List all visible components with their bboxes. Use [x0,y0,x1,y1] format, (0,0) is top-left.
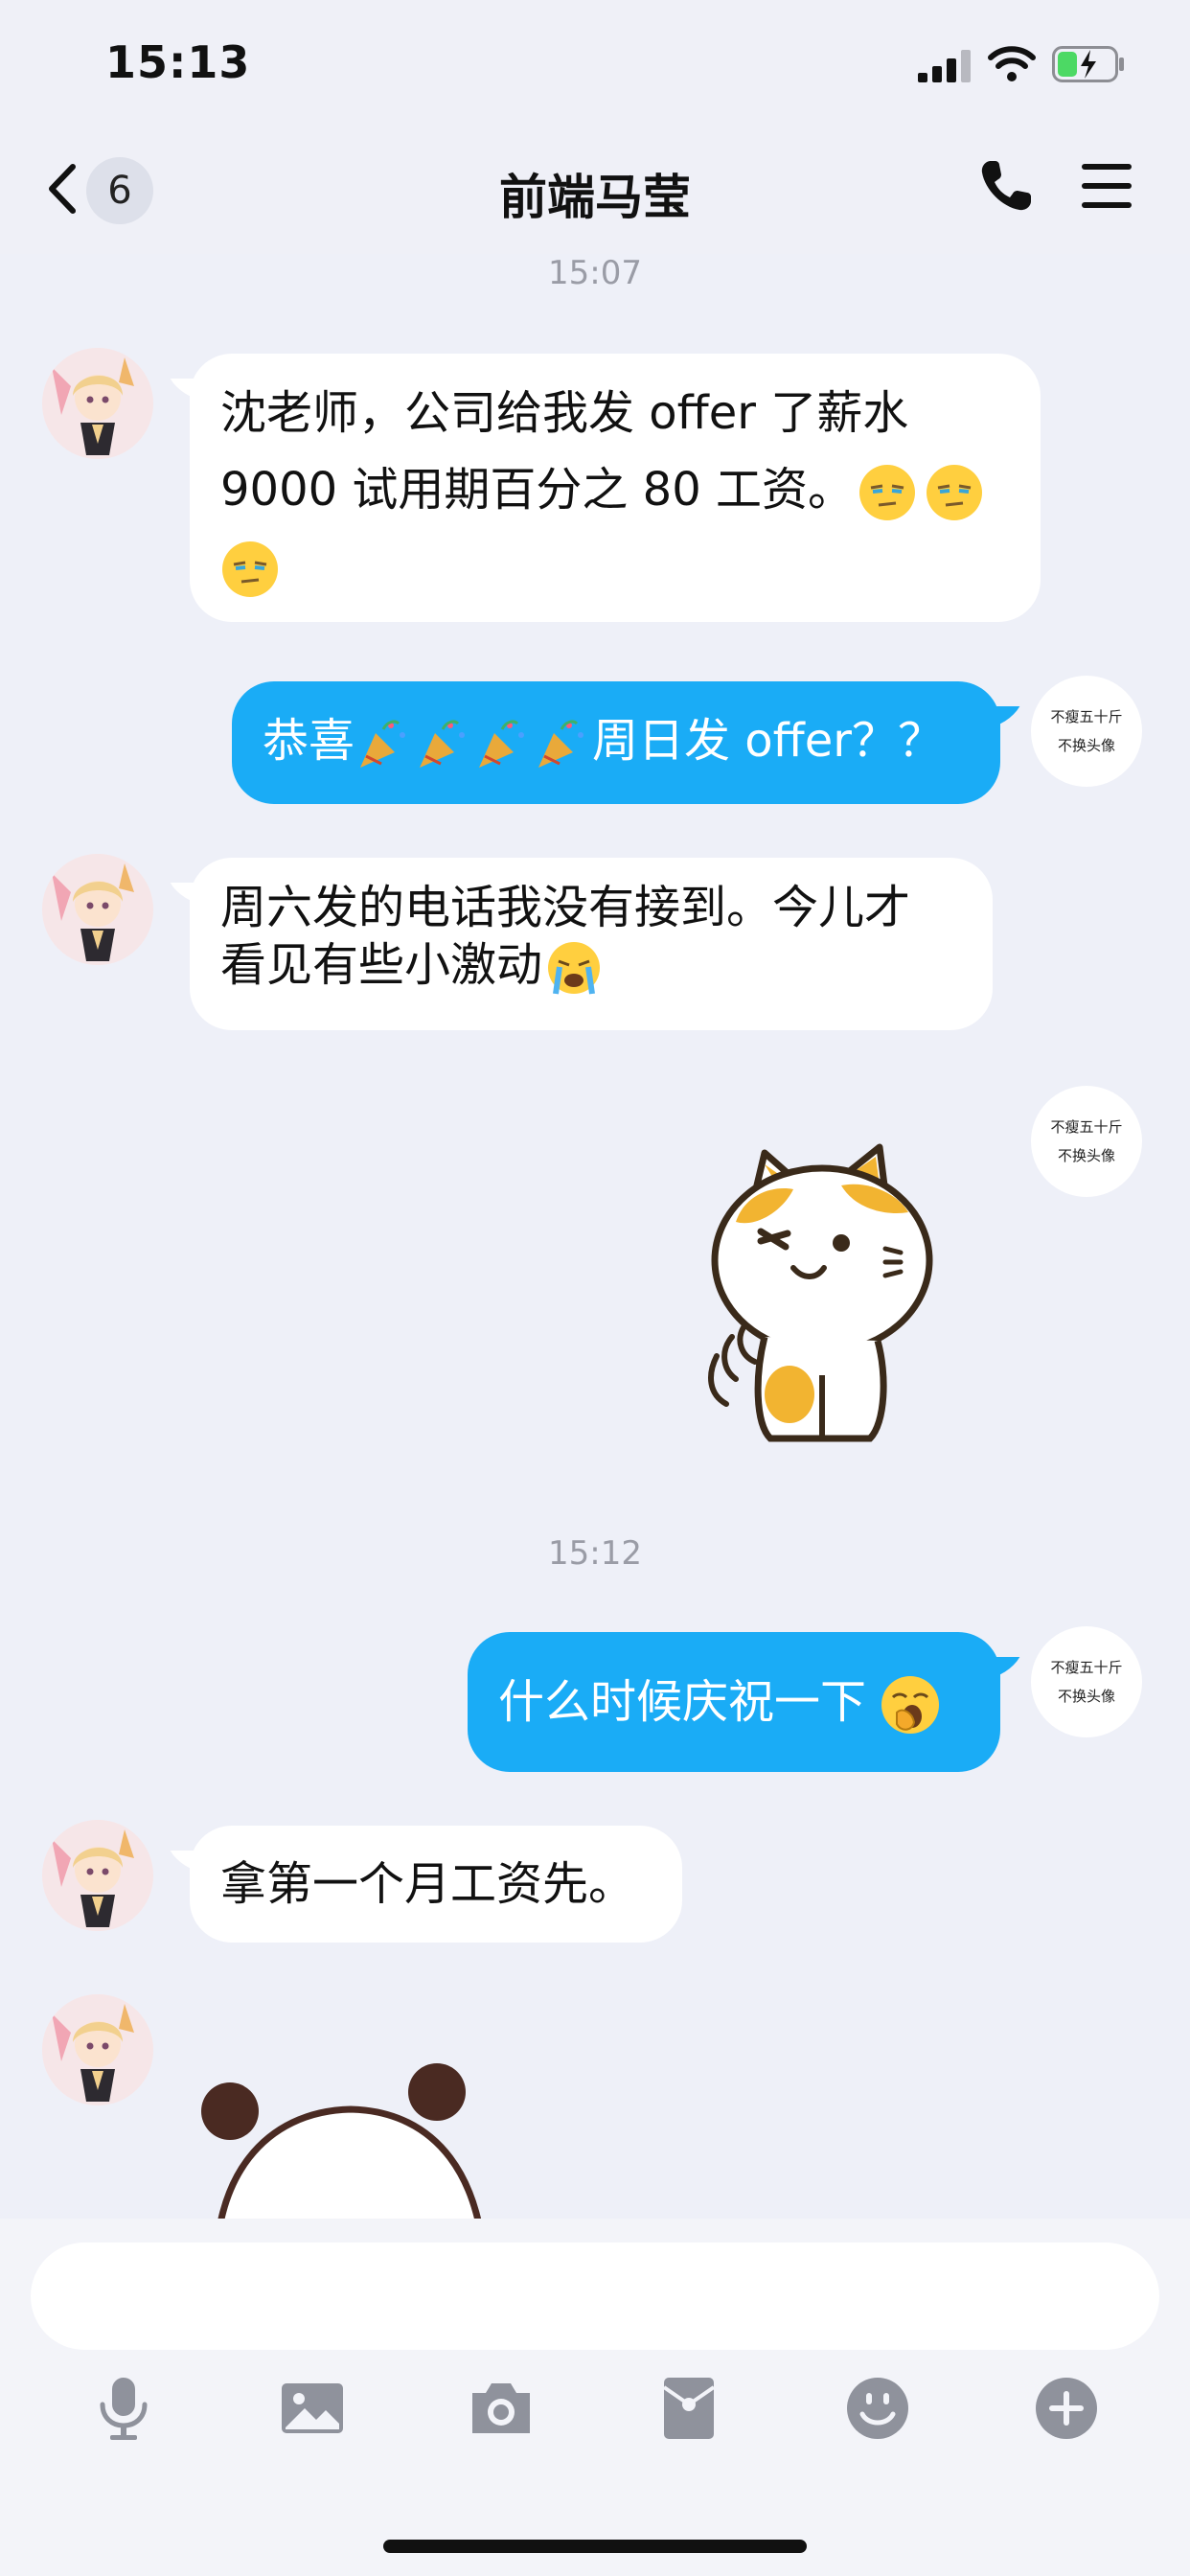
message-text: 周日发 offer？？ [592,714,944,768]
message-text: 9000 试用期百分之 80 工资。 [220,451,1010,528]
input-bar [0,2219,1190,2576]
smirk-emoji-icon [859,465,916,520]
contact-avatar[interactable] [42,348,153,459]
contact-avatar[interactable] [42,854,153,965]
chat-header: 6 前端马莹 [0,125,1190,254]
anime-girl-avatar-icon [42,348,153,459]
message-text-line: 看见有些小激动 [220,938,543,992]
message-timestamp: 15:07 [548,254,642,292]
panda-sticker[interactable] [197,2054,494,2219]
contact-avatar[interactable] [42,1994,153,2105]
avatar-text-line: 不瘦五十斤 [1050,1118,1123,1136]
menu-icon[interactable] [1078,161,1135,211]
avatar-text-line: 不换头像 [1057,737,1115,754]
my-avatar[interactable]: 不瘦五十斤 不换头像 [1031,1086,1142,1197]
avatar-text: 不瘦五十斤 不换头像 [1031,702,1142,760]
image-icon[interactable] [278,2374,347,2443]
party-popper-icon [360,720,406,768]
cat-sticker[interactable] [698,1136,947,1452]
avatar-text: 不瘦五十斤 不换头像 [1031,1653,1142,1711]
smirk-emoji-icon [222,541,278,597]
avatar-text-line: 不瘦五十斤 [1050,708,1123,725]
my-avatar[interactable]: 不瘦五十斤 不换头像 [1031,676,1142,787]
emoji-icon[interactable] [843,2374,912,2443]
home-indicator[interactable] [383,2540,807,2553]
anime-girl-avatar-icon [42,1994,153,2105]
anime-girl-avatar-icon [42,854,153,965]
message-bubble-outgoing[interactable]: 恭喜 周日发 offer？？ [232,681,1000,804]
party-popper-icon [420,720,466,768]
message-bubble-outgoing[interactable]: 什么时候庆祝一下 [468,1632,1000,1772]
crying-face-icon [548,942,601,995]
status-time: 15:13 [105,36,251,88]
message-text-line: 9000 试用期百分之 80 工资。 [220,463,855,517]
avatar-text: 不瘦五十斤 不换头像 [1031,1113,1142,1170]
contact-avatar[interactable] [42,1820,153,1931]
message-text: 沈老师，公司给我发 offer 了薪水 [220,386,909,440]
my-avatar[interactable]: 不瘦五十斤 不换头像 [1031,1626,1142,1737]
message-list[interactable]: 15:07 沈老师，公司给我发 offer 了薪水 9000 试用期百分之 80… [0,254,1190,2219]
microphone-icon[interactable] [89,2374,158,2443]
phone-icon[interactable] [977,157,1035,215]
battery-charging-icon [1052,46,1124,82]
message-text: 拿第一个月工资先。 [220,1857,635,1911]
message-text: 看见有些小激动 [220,936,962,996]
yawning-face-icon [881,1676,940,1734]
wifi-icon [988,46,1036,81]
avatar-text-line: 不瘦五十斤 [1050,1659,1123,1676]
message-bubble-incoming[interactable]: 拿第一个月工资先。 [190,1826,682,1943]
message-bubble-incoming[interactable]: 沈老师，公司给我发 offer 了薪水 9000 试用期百分之 80 工资。 [190,354,1041,622]
message-text: 周六发的电话我没有接到。今儿才 [220,881,911,934]
message-text: 恭喜 [263,714,355,768]
smirk-emoji-icon [927,465,983,520]
cellular-signal-icon [918,50,971,82]
plus-icon[interactable] [1032,2374,1101,2443]
status-bar: 15:13 [0,0,1190,125]
camera-icon[interactable] [467,2374,536,2443]
anime-girl-avatar-icon [42,1820,153,1931]
message-text: 什么时候庆祝一下 [498,1675,867,1729]
avatar-text-line: 不换头像 [1057,1688,1115,1705]
party-popper-icon [538,720,584,768]
message-emoji-line [220,528,1010,605]
red-packet-icon[interactable] [654,2374,723,2443]
avatar-text-line: 不换头像 [1057,1147,1115,1164]
message-bubble-incoming[interactable]: 周六发的电话我没有接到。今儿才 看见有些小激动 [190,858,993,1030]
message-input[interactable] [31,2242,1159,2350]
party-popper-icon [479,720,525,768]
message-timestamp: 15:12 [548,1534,642,1573]
